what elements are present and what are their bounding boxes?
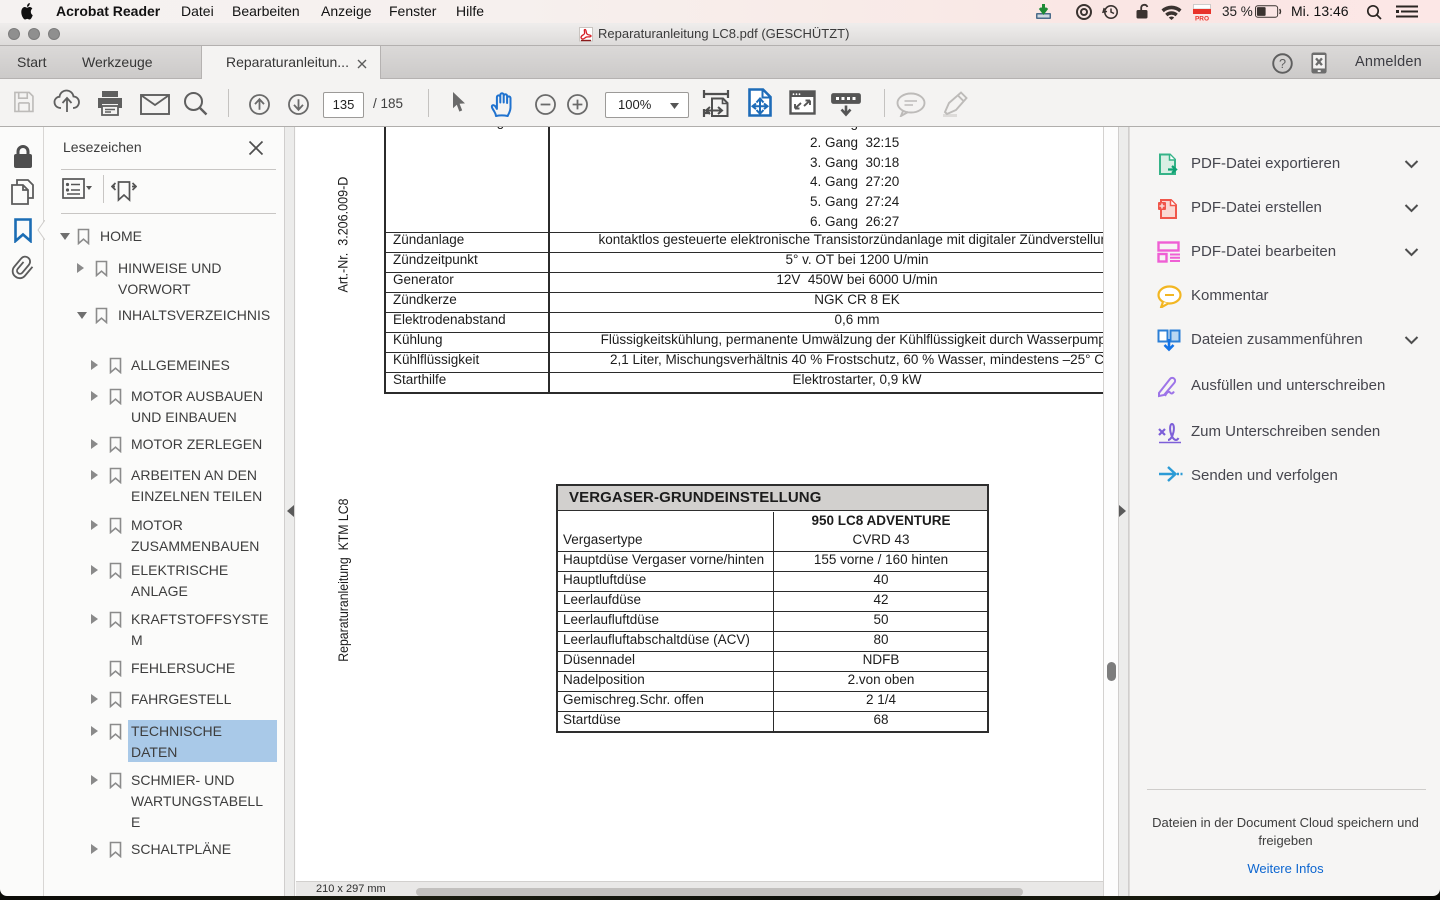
svg-text:?: ?	[1279, 57, 1286, 71]
svg-text:PRO: PRO	[1195, 16, 1209, 22]
